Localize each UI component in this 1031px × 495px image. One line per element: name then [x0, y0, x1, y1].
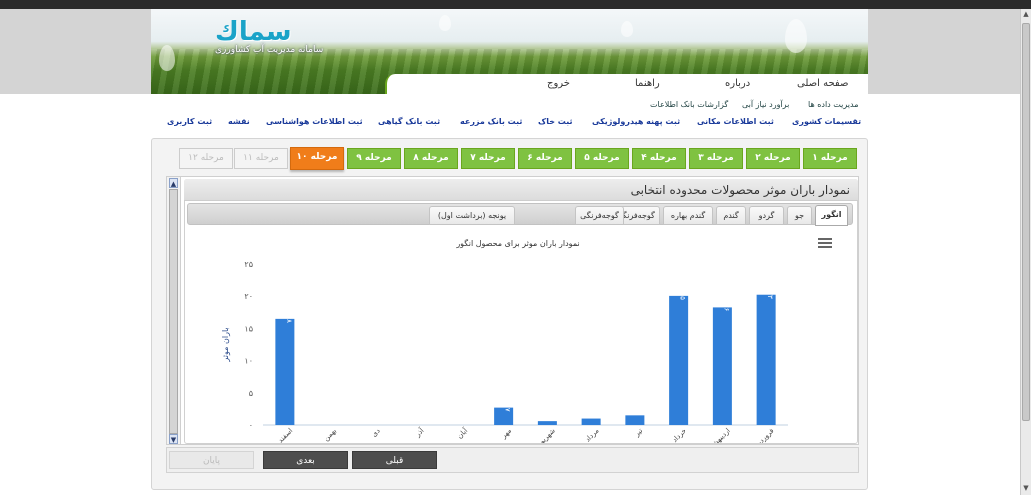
water-drop-icon: [439, 15, 451, 31]
step-7[interactable]: مرحله ۷: [461, 148, 515, 169]
bar-data-label: ۱۸.۲۶: [722, 294, 730, 312]
water-drop-icon: [785, 19, 807, 53]
page-scrollbar-thumb[interactable]: [1022, 23, 1030, 421]
bar-data-label: ۲۰.۲۳: [766, 281, 774, 299]
subnav-soil[interactable]: ثبت خاک: [538, 117, 572, 126]
subnav-plant-bank[interactable]: ثبت بانک گیاهی: [378, 117, 440, 126]
nav-logout-link[interactable]: خروج: [547, 78, 570, 89]
subnav-reports[interactable]: گزارشات بانک اطلاعات: [650, 100, 728, 109]
x-tick-label: آبان: [455, 425, 470, 440]
app-logo[interactable]: سماك سامانه مدیریت آب کشاورزی: [215, 17, 325, 55]
x-tick-label: اسفند: [277, 427, 295, 443]
water-drop-icon: [159, 45, 175, 71]
browser-top-bar: [0, 0, 1031, 9]
step-3[interactable]: مرحله ۳: [689, 148, 743, 169]
tab-wheat-dry[interactable]: گندم دیم: [716, 206, 746, 237]
tab-walnut[interactable]: گردو: [749, 206, 784, 225]
bar-data-label: ۱۶.۴۸: [285, 306, 293, 324]
tab-wheat-spring[interactable]: گندم بهاره: [663, 206, 713, 225]
subnav-data-management[interactable]: مدیریت داده ها: [808, 100, 859, 109]
panel-title: نمودار باران موثر محصولات محدوده انتخابی: [184, 179, 858, 201]
nav-help-link[interactable]: راهنما: [635, 78, 660, 89]
main-nav: صفحه اصلی درباره راهنما خروج: [385, 74, 868, 94]
x-tick-label: مهر: [499, 427, 513, 441]
step-4[interactable]: مرحله ۴: [632, 148, 686, 169]
nav-about-link[interactable]: درباره: [725, 78, 750, 89]
y-tick-label: ۱۰: [244, 357, 253, 366]
tab-tomato-2[interactable]: گوجه‌فرنگی: [575, 206, 624, 225]
y-tick-label: ۲۰: [244, 292, 253, 301]
step-9[interactable]: مرحله ۹: [347, 148, 401, 169]
bar-12: [275, 318, 295, 425]
x-tick-label: مرداد: [584, 427, 601, 443]
subnav-map[interactable]: نقشه: [228, 117, 250, 126]
x-tick-label: تیر: [632, 427, 644, 439]
chart-title: نمودار باران موثر برای محصول انگور: [455, 238, 579, 248]
content-scrollbar[interactable]: ▲ ▼: [167, 177, 181, 444]
tab-grape[interactable]: انگور: [815, 205, 848, 226]
step-12: مرحله ۱۲: [179, 148, 233, 169]
logo-subtitle: سامانه مدیریت آب کشاورزی: [215, 45, 324, 55]
bar-6: [537, 421, 557, 425]
content-scrollbar-thumb[interactable]: [169, 189, 178, 434]
subnav-location[interactable]: ثبت اطلاعات مکانی: [697, 117, 774, 126]
bar-4: [625, 415, 645, 425]
y-tick-label: ۲۵: [244, 260, 253, 269]
x-tick-label: شهریور: [535, 427, 557, 443]
x-tick-label: فروردین: [753, 427, 776, 443]
scroll-up-arrow-icon[interactable]: ▲: [1022, 9, 1030, 19]
step-11: مرحله ۱۱: [234, 148, 288, 169]
x-tick-label: دی: [370, 427, 382, 439]
content-scroll-up-icon[interactable]: ▲: [169, 178, 178, 188]
step-2[interactable]: مرحله ۲: [746, 148, 800, 169]
subnav-divisions[interactable]: تقسیمات کشوری: [792, 117, 861, 126]
step-6[interactable]: مرحله ۶: [518, 148, 572, 169]
bar-5: [581, 418, 601, 425]
step-1[interactable]: مرحله ۱: [803, 148, 857, 169]
y-tick-label: ۰: [249, 421, 253, 430]
subnav-weather[interactable]: ثبت اطلاعات هواشناسی: [266, 117, 363, 126]
logo-text: سماك: [215, 17, 292, 47]
step-5[interactable]: مرحله ۵: [575, 148, 629, 169]
y-axis-label: باران موثر: [221, 327, 230, 362]
bar-3: [669, 295, 689, 425]
subnav-farm-bank[interactable]: ثبت بانک مزرعه: [460, 117, 522, 126]
chart-menu-icon[interactable]: [818, 238, 832, 249]
content-scroll-down-icon[interactable]: ▼: [169, 434, 178, 444]
step-10[interactable]: مرحله ۱۰: [290, 147, 344, 170]
finish-button: پایان: [169, 451, 254, 469]
tab-alfalfa[interactable]: یونجه (برداشت اول): [429, 206, 515, 225]
page-scrollbar[interactable]: ▲ ▼: [1020, 9, 1031, 495]
x-tick-label: بهمن: [322, 427, 338, 443]
step-8[interactable]: مرحله ۸: [404, 148, 458, 169]
y-tick-label: ۱۵: [244, 324, 253, 333]
y-tick-label: ۵: [249, 389, 253, 398]
bar-2: [712, 307, 732, 425]
bar-data-label: ۲.۷: [504, 402, 512, 412]
bar-1: [756, 294, 776, 425]
next-button[interactable]: بعدی: [263, 451, 348, 469]
tab-barley[interactable]: جو: [787, 206, 812, 225]
x-tick-label: اردیبهشت: [706, 427, 732, 443]
subnav-user[interactable]: ثبت کاربری: [167, 117, 212, 126]
water-drop-icon: [621, 21, 633, 37]
subnav-water-need[interactable]: برآورد نیاز آبی: [742, 100, 789, 109]
chart-area: نمودار باران موثر برای محصول انگور ۰ ۵ ۱۰ ۱۵…: [188, 226, 855, 453]
x-tick-label: آذر: [412, 425, 426, 439]
subnav-hydro[interactable]: ثبت پهنه هیدرولوژیکی: [592, 117, 680, 126]
x-tick-label: خرداد: [671, 427, 688, 443]
previous-button[interactable]: قبلی: [352, 451, 437, 469]
nav-home-link[interactable]: صفحه اصلی: [797, 78, 848, 89]
scroll-down-arrow-icon[interactable]: ▼: [1022, 483, 1030, 493]
bar-data-label: ۲۰.۰۵: [679, 283, 687, 301]
bar-chart: نمودار باران موثر برای محصول انگور ۰ ۵ ۱۰ ۱۵…: [221, 238, 788, 453]
